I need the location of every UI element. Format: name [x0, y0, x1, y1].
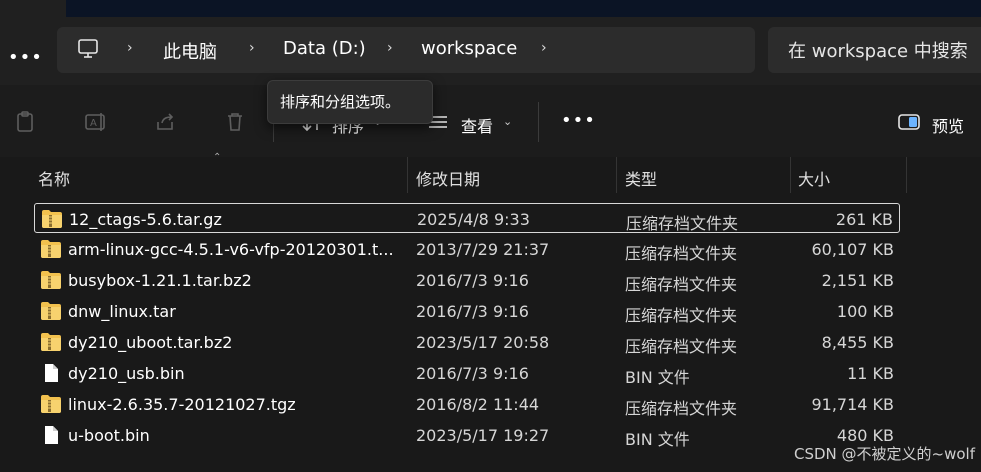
file-type: BIN 文件 [625, 430, 690, 449]
file-size: 261 KB [835, 210, 893, 229]
zip-folder-icon [40, 301, 62, 321]
watermark: CSDN @不被定义的~wolf [794, 445, 975, 463]
file-type: 压缩存档文件夹 [625, 244, 738, 263]
file-type: 压缩存档文件夹 [625, 399, 738, 418]
file-row[interactable]: linux-2.6.35.7-20121027.tgz 2016/8/2 11:4… [34, 389, 900, 419]
file-size: 100 KB [836, 302, 894, 321]
file-row[interactable]: arm-linux-gcc-4.5.1-v6-vfp-20120301.t...… [34, 234, 900, 264]
zip-folder-icon [40, 239, 62, 259]
file-size: 8,455 KB [821, 333, 894, 352]
chevron-right-icon[interactable]: › [541, 40, 547, 56]
search-input[interactable]: 在 workspace 中搜索 [768, 27, 981, 73]
chevron-down-icon[interactable]: ⌄ [503, 115, 512, 128]
file-name: u-boot.bin [68, 426, 150, 445]
zip-folder-icon [40, 332, 62, 352]
sort-tooltip: 排序和分组选项。 [267, 80, 433, 124]
file-name: linux-2.6.35.7-20121027.tgz [68, 395, 296, 414]
file-modified: 2025/4/8 9:33 [417, 210, 530, 229]
column-divider[interactable] [616, 157, 617, 193]
tooltip-text: 排序和分组选项。 [280, 93, 401, 111]
sort-ascending-icon: ⌃ [213, 152, 222, 163]
file-type: 压缩存档文件夹 [625, 306, 738, 325]
file-row[interactable]: dy210_uboot.tar.bz2 2023/5/17 20:58 压缩存档文件… [34, 327, 900, 357]
file-modified: 2023/5/17 20:58 [416, 333, 550, 352]
column-header-modified[interactable]: 修改日期 [416, 166, 480, 190]
file-size: 60,107 KB [811, 240, 894, 259]
column-header-size[interactable]: 大小 [798, 166, 830, 190]
file-size: 91,714 KB [811, 395, 894, 414]
file-name: arm-linux-gcc-4.5.1-v6-vfp-20120301.t... [68, 240, 394, 259]
more-nav-button[interactable]: ••• [8, 47, 43, 68]
toolbar-divider [538, 102, 539, 142]
more-options-button[interactable]: ••• [561, 110, 596, 131]
file-size: 2,151 KB [821, 271, 894, 290]
file-modified: 2013/7/29 21:37 [416, 240, 550, 259]
view-button-label[interactable]: 查看 [461, 113, 493, 137]
file-modified: 2023/5/17 19:27 [416, 426, 550, 445]
file-type: BIN 文件 [625, 368, 690, 387]
delete-icon[interactable] [223, 110, 247, 134]
file-row[interactable]: dnw_linux.tar 2016/7/3 9:16 压缩存档文件夹 100 KB [34, 296, 900, 326]
file-name: dnw_linux.tar [68, 302, 176, 321]
zip-folder-icon [41, 209, 63, 229]
file-name: dy210_uboot.tar.bz2 [68, 333, 233, 352]
preview-button-label[interactable]: 预览 [932, 113, 964, 137]
file-modified: 2016/8/2 11:44 [416, 395, 540, 414]
file-modified: 2016/7/3 9:16 [416, 271, 529, 290]
file-row[interactable]: 12_ctags-5.6.tar.gz 2025/4/8 9:33 压缩存档文件夹 2… [34, 203, 900, 233]
column-header-name[interactable]: 名称 [38, 166, 70, 190]
file-name: busybox-1.21.1.tar.bz2 [68, 271, 252, 290]
chevron-right-icon[interactable]: › [387, 40, 393, 56]
computer-icon[interactable] [77, 38, 99, 60]
file-name: dy210_usb.bin [68, 364, 185, 383]
file-icon [40, 363, 62, 383]
column-divider[interactable] [790, 157, 791, 193]
file-type: 压缩存档文件夹 [625, 337, 738, 356]
preview-pane-icon[interactable] [897, 110, 921, 134]
chevron-right-icon[interactable]: › [249, 40, 255, 56]
zip-folder-icon [40, 270, 62, 290]
file-type: 压缩存档文件夹 [626, 214, 739, 233]
column-header-row [0, 157, 981, 193]
file-row[interactable]: busybox-1.21.1.tar.bz2 2016/7/3 9:16 压缩存档文… [34, 265, 900, 295]
paste-icon[interactable] [14, 110, 38, 134]
file-icon [40, 425, 62, 445]
svg-text:A: A [90, 118, 97, 129]
file-size: 11 KB [847, 364, 894, 383]
file-name: 12_ctags-5.6.tar.gz [69, 210, 222, 229]
search-placeholder: 在 workspace 中搜索 [788, 41, 968, 62]
title-strip [0, 0, 981, 17]
file-modified: 2016/7/3 9:16 [416, 364, 529, 383]
file-row[interactable]: dy210_usb.bin 2016/7/3 9:16 BIN 文件 11 KB [34, 358, 900, 388]
file-modified: 2016/7/3 9:16 [416, 302, 529, 321]
column-header-type[interactable]: 类型 [625, 166, 657, 190]
address-box[interactable] [57, 27, 755, 73]
chevron-right-icon[interactable]: › [127, 40, 133, 56]
title-strip-inner [66, 0, 981, 17]
share-icon[interactable] [154, 110, 178, 134]
breadcrumb-data-drive[interactable]: Data (D:) [283, 38, 366, 59]
breadcrumb-workspace[interactable]: workspace [421, 38, 517, 59]
file-row[interactable]: u-boot.bin 2023/5/17 19:27 BIN 文件 480 KB [34, 420, 900, 450]
column-divider[interactable] [906, 157, 907, 193]
zip-folder-icon [40, 394, 62, 414]
column-divider[interactable] [407, 157, 408, 193]
breadcrumb-this-pc[interactable]: 此电脑 [163, 38, 217, 64]
file-type: 压缩存档文件夹 [625, 275, 738, 294]
rename-icon[interactable]: A [84, 110, 108, 134]
